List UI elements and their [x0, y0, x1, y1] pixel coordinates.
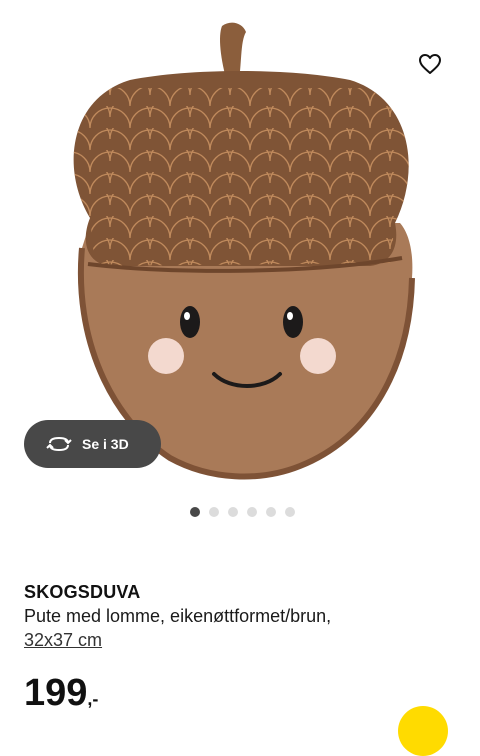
- rotate-3d-icon: [46, 436, 72, 452]
- product-image-gallery[interactable]: Se i 3D: [0, 0, 480, 545]
- view-in-3d-label: Se i 3D: [82, 436, 129, 452]
- acorn-cushion-image: [73, 22, 415, 480]
- product-price: 199,-: [24, 673, 98, 719]
- pagination-dot-5[interactable]: [265, 507, 276, 517]
- pagination-dot-4[interactable]: [246, 507, 257, 517]
- product-size-link[interactable]: 32x37 cm: [24, 628, 102, 652]
- view-in-3d-button[interactable]: Se i 3D: [24, 420, 161, 468]
- pagination-dot-2[interactable]: [208, 507, 219, 517]
- heart-icon: [419, 54, 441, 74]
- pagination-dot-3[interactable]: [227, 507, 238, 517]
- pagination-dot-6[interactable]: [284, 507, 295, 517]
- product-name: SKOGSDUVA: [24, 582, 141, 602]
- pagination-dot-1[interactable]: [189, 507, 200, 517]
- wishlist-button[interactable]: [414, 48, 446, 80]
- product-info: SKOGSDUVA Pute med lomme, eikenøttformet…: [24, 580, 464, 652]
- product-description: Pute med lomme, eikenøttformet/brun,: [24, 606, 332, 626]
- add-to-cart-button[interactable]: [398, 706, 448, 756]
- price-suffix: ,-: [87, 689, 99, 709]
- image-pagination: [0, 507, 480, 517]
- price-amount: 199: [24, 672, 88, 714]
